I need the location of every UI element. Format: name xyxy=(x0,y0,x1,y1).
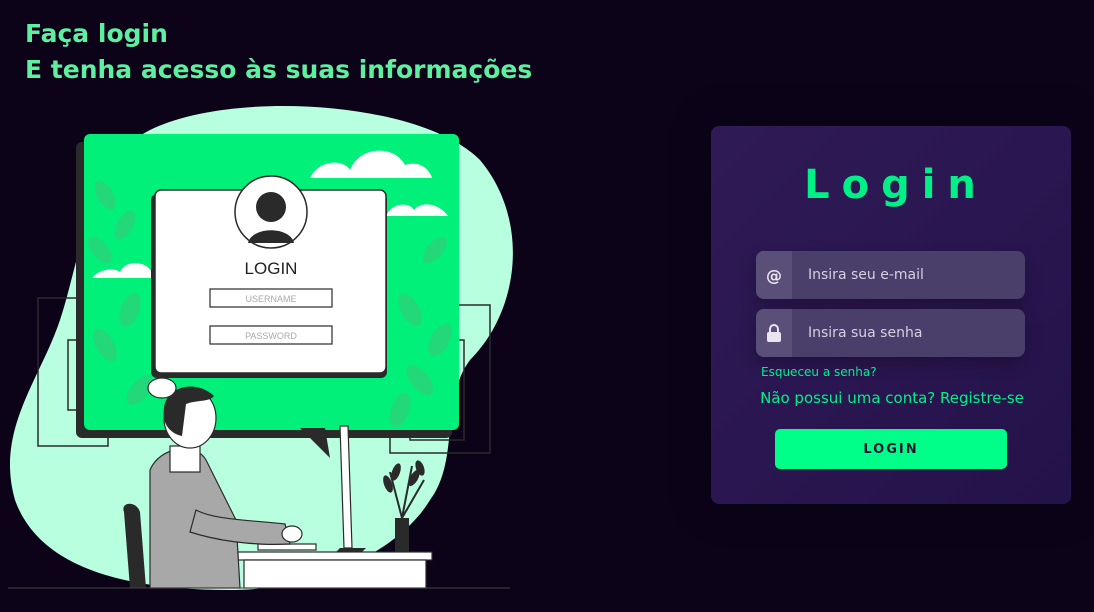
lock-icon xyxy=(756,309,792,357)
illustration-login-label: LOGIN xyxy=(245,259,298,278)
login-card: Login @ Esqueceu a senha? Não possui uma… xyxy=(711,126,1071,504)
desk-top xyxy=(237,551,433,561)
desk-body xyxy=(243,559,427,589)
person-hand xyxy=(281,525,303,543)
headline-line1: Faça login xyxy=(25,19,168,48)
headline-line2: E tenha acesso às suas informações xyxy=(25,55,533,84)
login-button[interactable]: LOGIN xyxy=(775,429,1007,469)
avatar-head-icon xyxy=(256,192,286,222)
headline: Faça login E tenha acesso às suas inform… xyxy=(25,16,532,88)
email-input[interactable] xyxy=(792,251,1025,299)
login-illustration: LOGIN USERNAME PASSWORD xyxy=(8,106,513,590)
at-icon: @ xyxy=(756,251,792,299)
illustration-username-placeholder: USERNAME xyxy=(245,294,296,304)
plant-pot xyxy=(395,518,409,552)
forgot-password-link[interactable]: Esqueceu a senha? xyxy=(761,365,877,379)
password-field[interactable] xyxy=(756,309,1025,357)
person-hair-bun xyxy=(147,377,177,399)
password-input[interactable] xyxy=(792,309,1025,357)
register-link[interactable]: Não possui uma conta? Registre-se xyxy=(711,389,1071,407)
email-field[interactable]: @ xyxy=(756,251,1025,299)
illustration-password-placeholder: PASSWORD xyxy=(245,331,297,341)
login-title: Login xyxy=(804,162,988,208)
person-neck xyxy=(169,445,201,473)
